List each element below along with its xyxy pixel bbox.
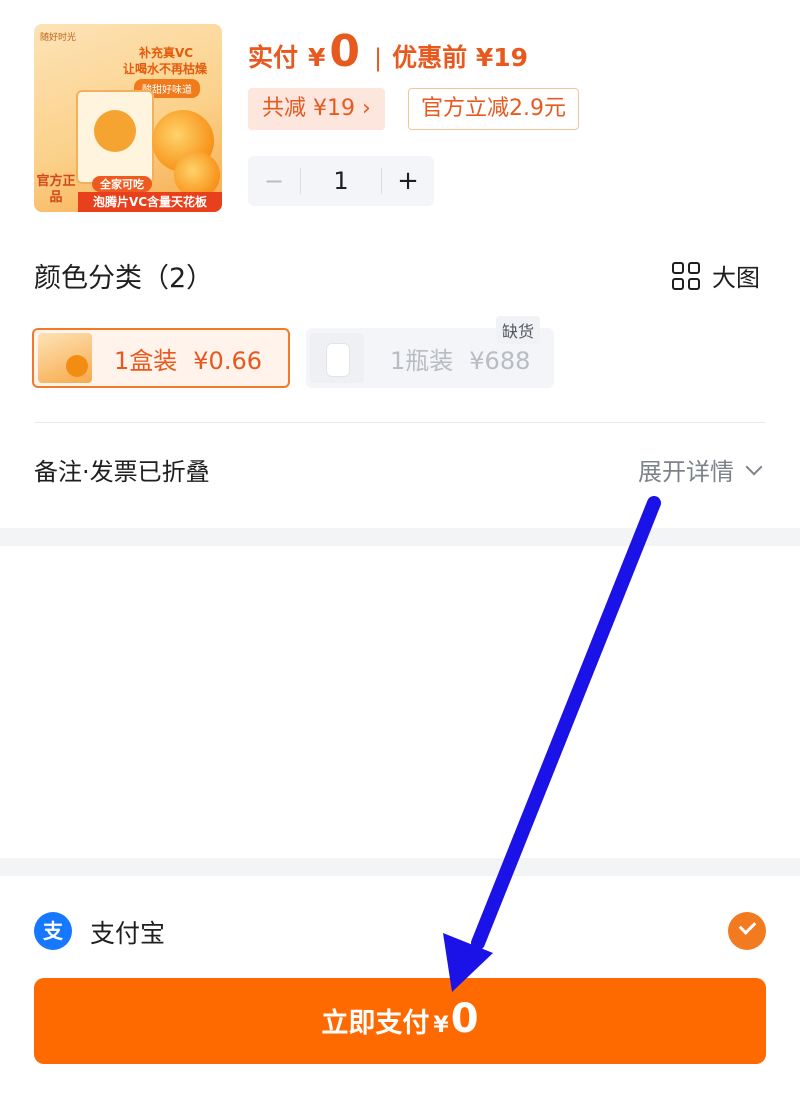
notes-invoice-label: 备注·发票已折叠 <box>34 458 210 486</box>
thumbnail-brand: 随好时光 <box>40 33 77 43</box>
expand-details-button[interactable]: 展开详情 <box>638 452 763 487</box>
decrease-button[interactable]: − <box>248 167 300 195</box>
option-label: 1盒装 <box>114 346 178 375</box>
price-separator: | <box>374 44 383 72</box>
option-1-box[interactable]: 1盒装 ¥0.66 <box>32 328 290 388</box>
option-price: ¥0.66 <box>193 346 262 375</box>
thumbnail-badge-bar: 泡腾片VC含量天花板 <box>78 192 222 212</box>
thumbnail-headline-1: 补充真VC <box>138 46 194 60</box>
quantity-stepper: − 1 + <box>248 156 434 206</box>
product-package-image <box>76 90 154 184</box>
big-view-button[interactable]: 大图 <box>672 258 760 293</box>
expand-details-label: 展开详情 <box>638 458 734 486</box>
price-line: 实付 ¥ 0 | 优惠前 ¥19 <box>248 26 529 77</box>
chevron-down-icon <box>745 458 763 475</box>
divider <box>34 422 766 423</box>
discount-total-tag[interactable]: 共减 ¥19 › <box>248 88 385 130</box>
out-of-stock-badge: 缺货 <box>496 316 541 344</box>
thumbnail-badge-official: 官方正品 <box>36 174 76 205</box>
option-price: ¥688 <box>469 346 531 375</box>
payment-method-label[interactable]: 支付宝 <box>90 914 165 950</box>
alipay-icon: 支 <box>34 912 72 950</box>
original-price: 优惠前 ¥19 <box>392 43 529 72</box>
color-category-title: 颜色分类（2） <box>34 263 214 294</box>
thumbnail-badge-family: 全家可吃 <box>92 176 152 192</box>
section-separator <box>0 858 800 876</box>
pay-label: 实付 <box>248 43 299 72</box>
option-thumbnail <box>38 333 92 383</box>
product-thumbnail[interactable]: 随好时光 补充真VC 让喝水不再枯燥 酸甜好味道 官方正品 全家可吃 泡腾片VC… <box>34 24 222 212</box>
option-label: 1瓶装 <box>390 346 454 375</box>
payment-selected-check-icon[interactable] <box>728 912 766 950</box>
grid-icon <box>672 261 700 290</box>
pay-amount: 0 <box>329 26 361 77</box>
quantity-value[interactable]: 1 <box>300 168 382 194</box>
pay-now-button[interactable]: 立即支付 ¥ 0 <box>34 978 766 1064</box>
increase-button[interactable]: + <box>382 166 434 196</box>
thumbnail-headline-2: 让喝水不再枯燥 <box>122 62 207 76</box>
pay-now-label: 立即支付 <box>321 1008 430 1039</box>
currency-symbol: ¥ <box>308 43 326 72</box>
official-discount-tag: 官方立减2.9元 <box>408 88 579 130</box>
big-view-label: 大图 <box>712 264 760 292</box>
pay-now-currency: ¥ <box>433 1013 449 1038</box>
section-separator <box>0 528 800 546</box>
option-thumbnail <box>310 333 364 383</box>
pay-now-amount: 0 <box>450 996 479 1042</box>
